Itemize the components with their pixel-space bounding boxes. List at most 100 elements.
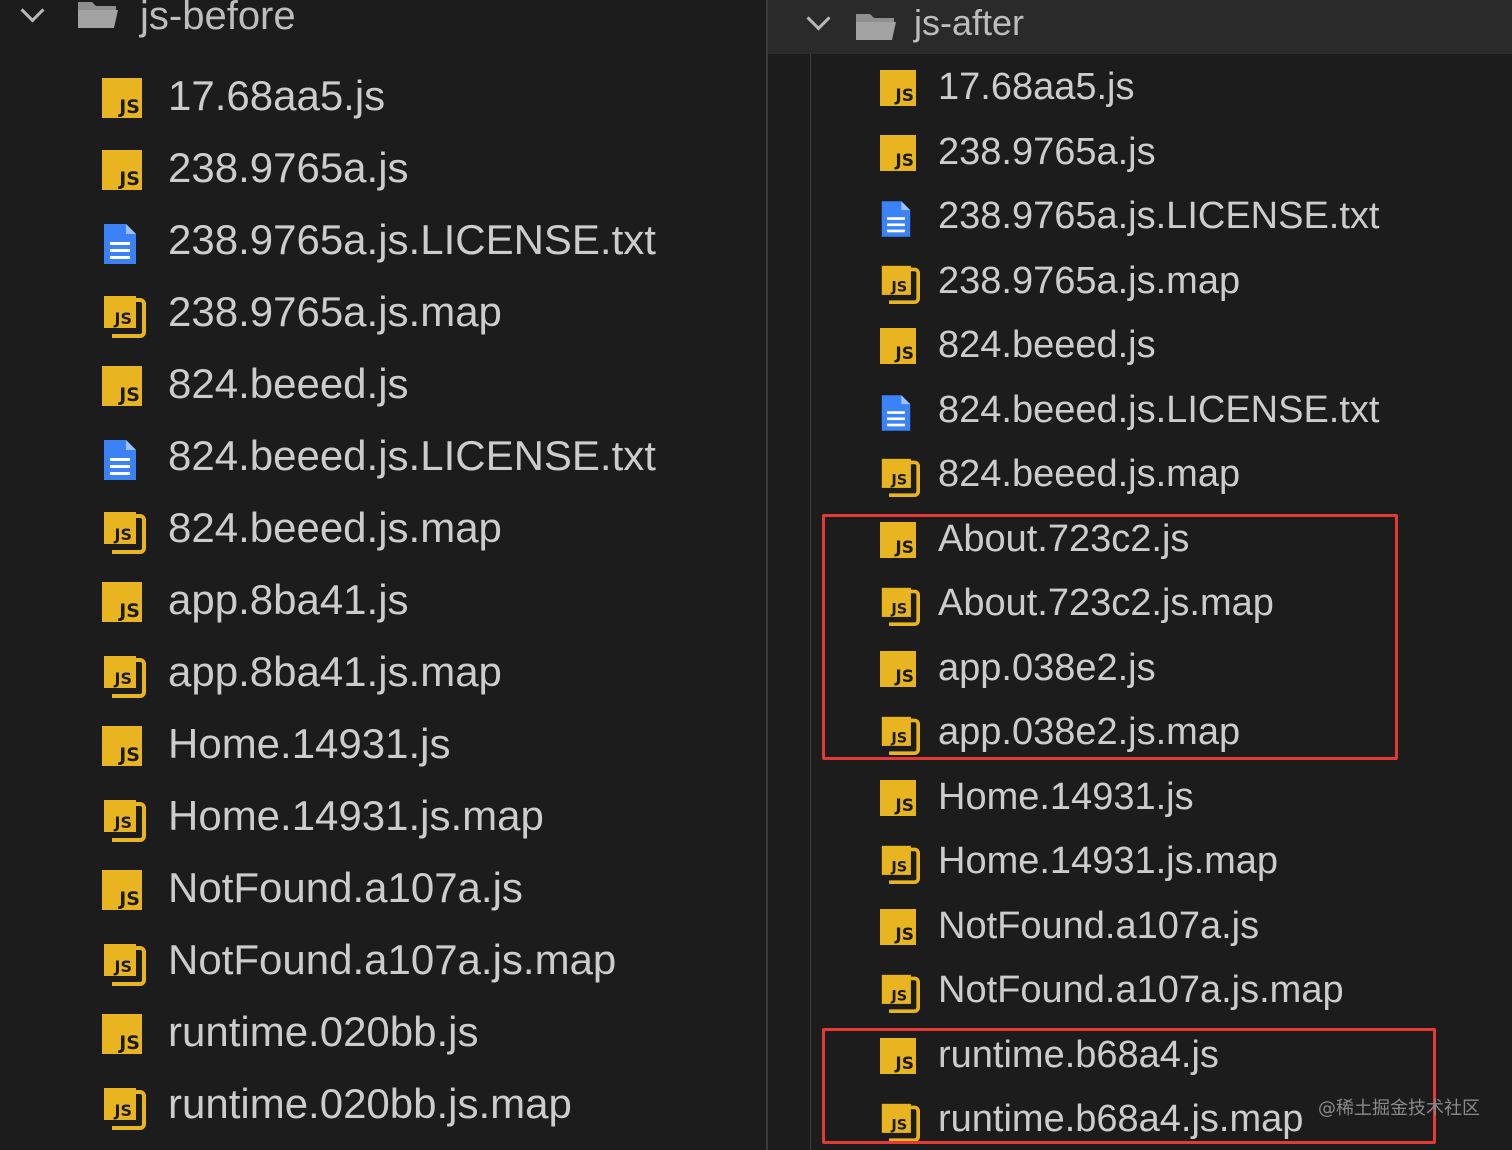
file-name: 824.beeed.js.map [168,504,502,551]
js-file-icon: JS [102,150,142,190]
file-row[interactable]: JS runtime.b68a4.js [768,1022,1512,1086]
file-name: NotFound.a107a.js [168,864,523,911]
file-row[interactable]: JS Home.14931.js.map [768,828,1512,892]
js-file-icon: JS [880,779,916,816]
file-row[interactable]: JS 17.68aa5.js [768,54,1512,118]
file-name: 824.beeed.js.LICENSE.txt [168,432,656,479]
file-name: Home.14931.js [938,775,1194,818]
file-name: NotFound.a107a.js [938,904,1260,947]
file-name: 17.68aa5.js [938,66,1135,108]
js-file-icon: JS [102,1014,142,1054]
js-file-icon: JS [880,650,916,687]
file-name: runtime.b68a4.js.map [938,1098,1304,1140]
file-row[interactable]: JS NotFound.a107a.js [0,850,766,922]
svg-text:JS: JS [114,309,132,328]
file-row[interactable]: JS NotFound.a107a.js.map [768,957,1512,1021]
svg-text:JS: JS [890,279,907,295]
file-row[interactable]: JS 238.9765a.js [768,119,1512,183]
folder-open-icon [78,2,118,28]
file-row[interactable]: JS app.038e2.js [768,635,1512,699]
js-file-icon: JS [102,870,142,910]
file-name: 17.68aa5.js [168,72,386,119]
watermark: @稀土掘金技术社区 [1318,1098,1480,1119]
js-file-icon: JS [102,582,142,622]
file-row[interactable]: JS 824.beeed.js [768,312,1512,376]
chevron-down-icon[interactable] [20,0,45,23]
js-map-file-icon: JS [104,656,146,698]
file-row[interactable]: 238.9765a.js.LICENSE.txt [0,202,766,274]
file-name: 238.9765a.js.LICENSE.txt [168,216,656,263]
js-map-file-icon: JS [104,800,146,842]
js-file-icon: JS [880,521,916,558]
file-name: 238.9765a.js.LICENSE.txt [938,195,1380,237]
file-row[interactable]: JS 238.9765a.js [0,130,766,202]
file-name: runtime.020bb.js [168,1008,479,1055]
file-row[interactable]: JS 824.beeed.js.map [768,441,1512,505]
js-file-icon: JS [102,366,142,406]
explorer-pane-before: js-before JS 17.68aa5.js JS 238.9765a.js 238… [0,0,766,1150]
js-map-file-icon: JS [881,587,920,626]
file-row[interactable]: JS Home.14931.js [0,706,766,778]
file-name: runtime.b68a4.js [938,1033,1219,1076]
js-file-icon: JS [102,78,142,118]
chevron-down-icon[interactable] [806,6,831,31]
file-row[interactable]: JS 824.beeed.js [0,346,766,418]
file-row[interactable]: 238.9765a.js.LICENSE.txt [768,183,1512,247]
js-map-file-icon: JS [881,1103,920,1142]
js-map-file-icon: JS [104,944,146,986]
file-name: runtime.020bb.js.map [168,1080,572,1127]
file-row[interactable]: JS app.8ba41.js.map [0,634,766,706]
svg-text:JS: JS [114,669,132,688]
file-row[interactable]: JS NotFound.a107a.js.map [0,922,766,994]
svg-text:JS: JS [890,1117,907,1133]
folder-label: js-before [140,0,296,38]
file-name: app.038e2.js.map [938,711,1241,753]
js-file-icon: JS [880,70,916,106]
file-name: app.8ba41.js [168,576,409,623]
file-name: Home.14931.js.map [938,840,1279,882]
file-row[interactable]: JS 238.9765a.js.map [768,248,1512,312]
folder-row-js-after[interactable]: js-after [768,0,1512,54]
js-map-file-icon: JS [881,458,920,497]
file-row[interactable]: JS Home.14931.js [768,764,1512,828]
file-row[interactable]: JS 17.68aa5.js [0,58,766,130]
folder-row-js-before[interactable]: js-before [0,0,766,46]
file-row[interactable]: 824.beeed.js.LICENSE.txt [0,418,766,490]
file-row[interactable]: JS runtime.020bb.js [0,994,766,1066]
file-row[interactable]: JS Home.14931.js.map [0,778,766,850]
js-map-file-icon: JS [104,296,146,338]
file-row[interactable]: JS About.723c2.js [768,506,1512,570]
svg-text:JS: JS [114,813,132,832]
file-row[interactable]: JS 238.9765a.js.map [0,274,766,346]
file-name: 824.beeed.js [168,360,409,407]
svg-text:JS: JS [114,1101,132,1120]
text-file-icon [881,201,911,237]
file-name: NotFound.a107a.js.map [168,936,617,983]
folder-open-icon [856,14,896,40]
js-map-file-icon: JS [881,974,920,1013]
file-name: 238.9765a.js [938,130,1156,173]
file-name: 824.beeed.js.map [938,453,1241,495]
file-row[interactable]: JS 824.beeed.js.map [0,490,766,562]
svg-text:JS: JS [890,472,907,488]
file-name: app.8ba41.js.map [168,648,502,695]
file-row[interactable]: JS About.723c2.js.map [768,570,1512,634]
js-map-file-icon: JS [881,716,920,755]
file-name: 238.9765a.js.map [938,259,1241,302]
file-name: 238.9765a.js [168,144,409,191]
js-file-icon: JS [880,134,916,171]
file-name: 824.beeed.js [938,324,1156,366]
file-row[interactable]: JS app.8ba41.js [0,562,766,634]
file-name: About.723c2.js [938,517,1190,560]
svg-text:JS: JS [890,859,907,875]
file-name: app.038e2.js [938,646,1156,689]
file-name: Home.14931.js [168,720,451,767]
js-file-icon: JS [880,908,916,945]
js-map-file-icon: JS [881,265,920,304]
file-row[interactable]: 824.beeed.js.LICENSE.txt [768,377,1512,441]
text-file-icon [881,394,911,431]
file-row[interactable]: JS NotFound.a107a.js [768,893,1512,957]
file-row[interactable]: JS runtime.020bb.js.map [0,1066,766,1138]
file-row[interactable]: JS app.038e2.js.map [768,699,1512,763]
svg-text:JS: JS [890,730,907,746]
